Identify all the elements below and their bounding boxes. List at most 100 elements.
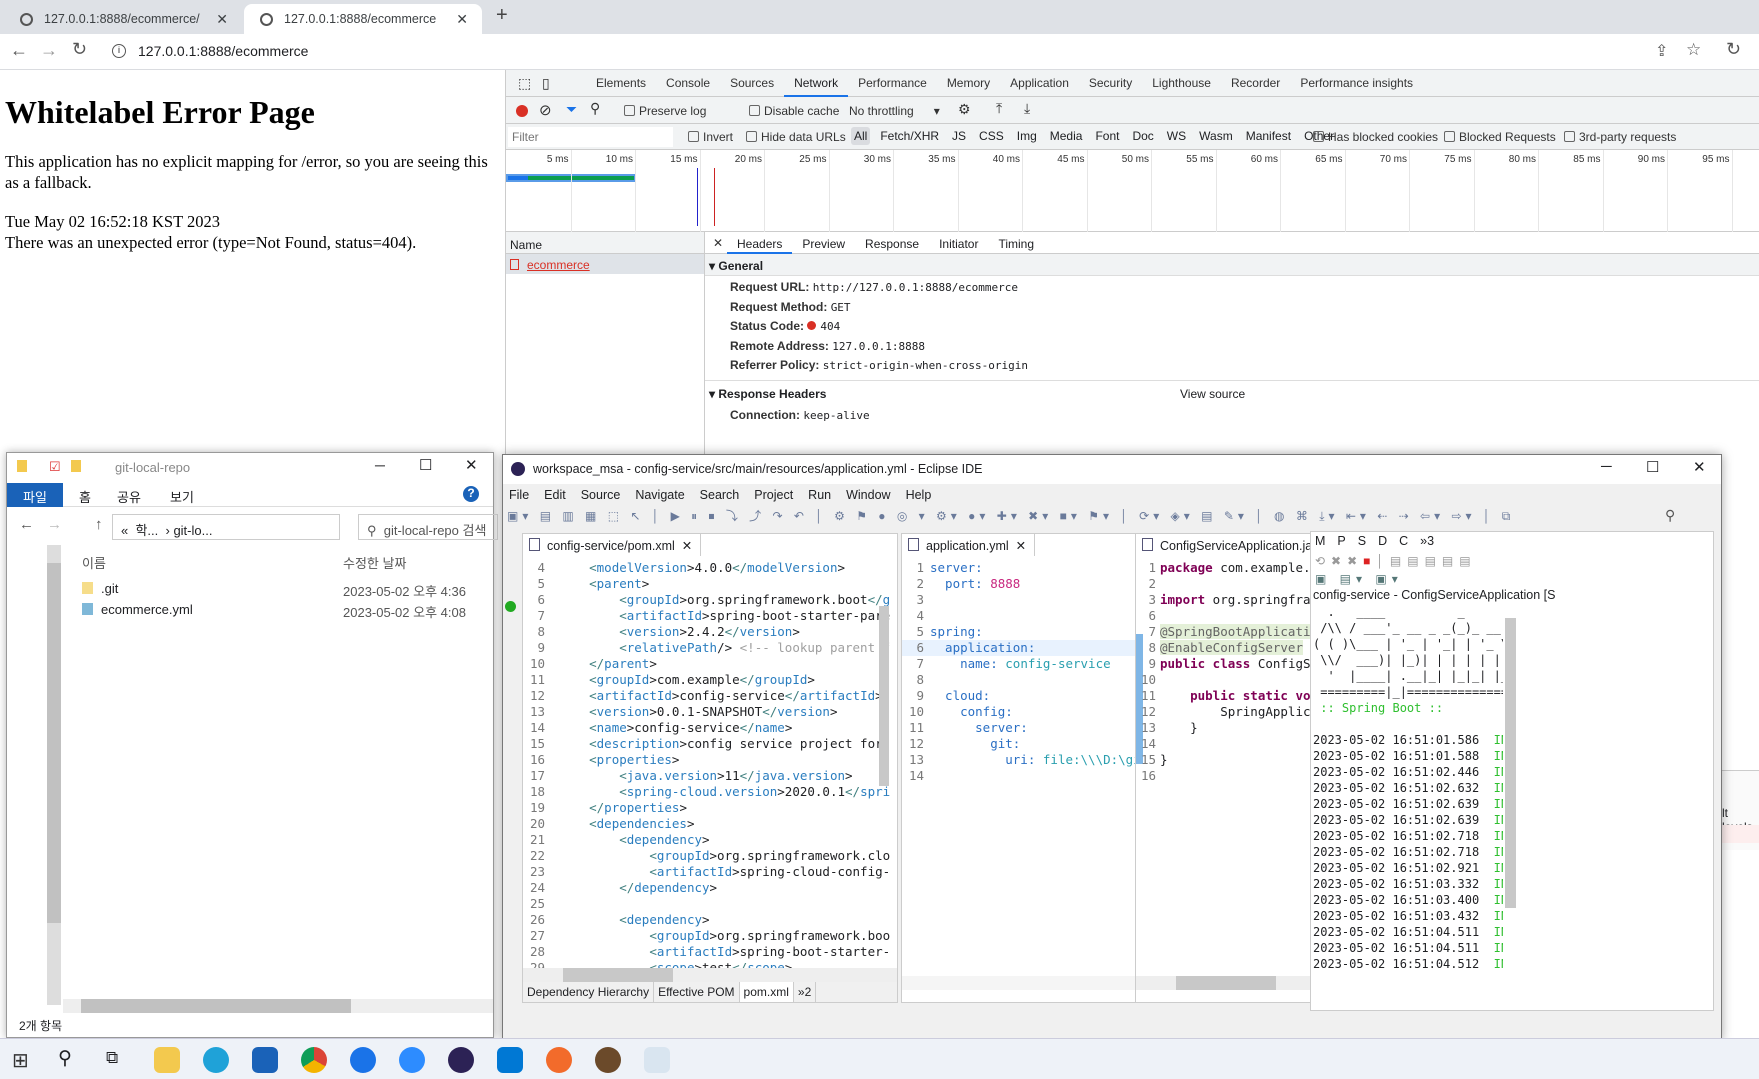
clear-icon[interactable]: ⊘ xyxy=(539,101,552,119)
record-icon[interactable] xyxy=(516,105,528,117)
import-har-icon[interactable]: ⤒ xyxy=(996,100,1002,117)
filter-type-font[interactable]: Font xyxy=(1092,127,1122,145)
search-icon[interactable]: ⚲ xyxy=(1665,507,1675,524)
new-folder-icon[interactable] xyxy=(71,460,81,472)
java-code[interactable]: 1 package com.example.co 23 import org.spri… xyxy=(1136,560,1311,784)
view-tab-m[interactable]: M xyxy=(1315,534,1325,548)
general-section-header[interactable]: ▾ General xyxy=(705,254,1759,276)
menu-source[interactable]: Source xyxy=(581,488,621,502)
ribbon-tab-home[interactable]: 홈 xyxy=(79,487,91,506)
file-explorer-icon[interactable] xyxy=(154,1047,180,1073)
pom-code[interactable]: 4 <modelVersion>4.0.0</modelVersion> 5 <p… xyxy=(523,560,897,992)
forward-icon[interactable]: → xyxy=(47,516,62,533)
hide-data-urls-checkbox[interactable]: Hide data URLs xyxy=(746,130,846,144)
close-details-icon[interactable]: ✕ xyxy=(713,236,723,250)
menu-navigate[interactable]: Navigate xyxy=(635,488,684,502)
devtools-tab-network[interactable]: Network xyxy=(784,70,849,97)
bookmark-star-icon[interactable]: ☆ xyxy=(1686,40,1701,60)
maximize-button[interactable]: ☐ xyxy=(419,456,432,474)
menu-file[interactable]: File xyxy=(509,488,529,502)
pom-editor-tab[interactable]: »2 xyxy=(794,982,817,1002)
url-field[interactable]: 127.0.0.1:8888/ecommerce xyxy=(138,43,308,59)
menu-help[interactable]: Help xyxy=(906,488,932,502)
response-headers-section-header[interactable]: ▾ Response Headers View source xyxy=(705,379,1759,404)
search-icon[interactable]: ⚲ xyxy=(590,100,600,117)
main-toolbar[interactable]: ▣▾ ▤ ▥ ▦ ⬚ ↖ │ ▶ ⏸ ⏹ ⤵ ⤴ ↷ ↶ │ ⚙ ⚑ ● ◎ ▾… xyxy=(507,507,1717,529)
new-tab-button[interactable]: + xyxy=(496,4,508,27)
refresh-icon[interactable]: ↻ xyxy=(1726,39,1741,60)
editor-tab-pom[interactable]: config-service/pom.xml ✕ xyxy=(523,534,702,556)
export-har-icon[interactable]: ⤓ xyxy=(1024,100,1030,117)
filter-type-manifest[interactable]: Manifest xyxy=(1243,127,1294,145)
filter-icon[interactable]: ⏷ xyxy=(566,101,577,118)
view-tab-c[interactable]: C xyxy=(1399,534,1408,548)
console-output[interactable]: . ____ _ __ _ _ /\\ / ___'_ __ _ _(_)_ _… xyxy=(1313,604,1503,984)
detail-tab-response[interactable]: Response xyxy=(855,232,929,254)
filter-type-wasm[interactable]: Wasm xyxy=(1196,127,1236,145)
devtools-tab-security[interactable]: Security xyxy=(1079,70,1142,97)
request-row[interactable]: ecommerce xyxy=(506,254,704,274)
vertical-scrollbar[interactable] xyxy=(879,606,889,786)
chrome-icon[interactable] xyxy=(301,1047,327,1073)
info-icon[interactable]: i xyxy=(112,44,126,58)
horizontal-scrollbar[interactable] xyxy=(523,968,897,982)
invert-checkbox[interactable]: Invert xyxy=(688,130,733,144)
filter-type-js[interactable]: JS xyxy=(949,127,969,145)
browser-tab-active[interactable]: 127.0.0.1:8888/ecommerce ✕ xyxy=(244,4,482,34)
view-source-link[interactable]: View source xyxy=(1180,387,1245,401)
ribbon-tab-share[interactable]: 공유 xyxy=(117,487,141,506)
postman-icon[interactable] xyxy=(546,1047,572,1073)
column-header-name[interactable]: 이름 xyxy=(82,553,106,572)
devtools-tab-performance-insights[interactable]: Performance insights xyxy=(1290,70,1423,97)
help-icon[interactable]: ? xyxy=(463,486,479,502)
file-row[interactable]: ecommerce.yml 2023-05-02 오후 4:08 xyxy=(82,602,492,623)
devtools-tab-performance[interactable]: Performance xyxy=(848,70,937,97)
devtools-tab-sources[interactable]: Sources xyxy=(720,70,784,97)
menu-search[interactable]: Search xyxy=(700,488,740,502)
up-icon[interactable]: ↑ xyxy=(95,516,103,533)
filter-type-fetchxhr[interactable]: Fetch/XHR xyxy=(877,127,942,145)
pom-editor-tab[interactable]: Dependency Hierarchy xyxy=(523,982,655,1002)
properties-icon[interactable]: ☑ xyxy=(49,459,61,475)
menu-project[interactable]: Project xyxy=(754,488,793,502)
filter-input[interactable] xyxy=(508,127,673,147)
vscode-icon[interactable] xyxy=(497,1047,523,1073)
search-box[interactable]: ⚲ git-local-repo 검색 xyxy=(358,514,498,540)
filter-type-img[interactable]: Img xyxy=(1014,127,1040,145)
view-tab-s[interactable]: S xyxy=(1358,534,1366,548)
third-party-checkbox[interactable]: 3rd-party requests xyxy=(1564,130,1676,144)
minimize-button[interactable]: ─ xyxy=(1601,458,1612,475)
inspect-icon[interactable]: ⬚ xyxy=(518,75,531,92)
close-tab-icon[interactable]: ✕ xyxy=(216,11,228,28)
editor-tab-application-yml[interactable]: application.yml ✕ xyxy=(902,534,1036,556)
filter-type-css[interactable]: CSS xyxy=(976,127,1007,145)
filter-type-media[interactable]: Media xyxy=(1047,127,1086,145)
pom-editor-tab[interactable]: pom.xml xyxy=(739,982,794,1002)
console-vscroll[interactable] xyxy=(1505,618,1516,908)
address-bar[interactable]: « 학... › git-lo... xyxy=(112,514,340,540)
close-tab-icon[interactable]: ✕ xyxy=(456,11,468,28)
column-header-date[interactable]: 수정한 날짜 xyxy=(343,553,406,572)
close-button[interactable]: ✕ xyxy=(1693,458,1706,476)
zoom-icon[interactable] xyxy=(399,1047,425,1073)
search-icon[interactable]: ⚲ xyxy=(58,1047,72,1070)
windows-start-icon[interactable]: ⊞ xyxy=(12,1048,29,1073)
network-conditions-icon[interactable]: ⚙ xyxy=(958,101,971,118)
task-view-icon[interactable]: ⧉ xyxy=(106,1048,118,1068)
detail-tab-timing[interactable]: Timing xyxy=(988,232,1044,254)
filter-type-all[interactable]: All xyxy=(851,127,871,145)
devtools-tab-lighthouse[interactable]: Lighthouse xyxy=(1142,70,1221,97)
preserve-log-checkbox[interactable]: Preserve log xyxy=(624,104,706,118)
console-toolbar[interactable]: ⟲✖✖■│▤▤▤▤▤ xyxy=(1315,554,1477,568)
minimize-button[interactable]: ─ xyxy=(375,457,385,473)
nav-pane-scrollbar[interactable] xyxy=(47,545,61,1005)
ribbon-tab-view[interactable]: 보기 xyxy=(170,487,194,506)
close-button[interactable]: ✕ xyxy=(465,456,478,474)
back-icon[interactable]: ← xyxy=(19,516,34,533)
maximize-button[interactable]: ☐ xyxy=(1646,458,1659,476)
menu-edit[interactable]: Edit xyxy=(544,488,566,502)
file-row[interactable]: .git 2023-05-02 오후 4:36 xyxy=(82,581,492,602)
view-tab-d[interactable]: D xyxy=(1378,534,1387,548)
throttling-select[interactable]: No throttling ▾ xyxy=(849,104,940,118)
devtools-tab-recorder[interactable]: Recorder xyxy=(1221,70,1290,97)
